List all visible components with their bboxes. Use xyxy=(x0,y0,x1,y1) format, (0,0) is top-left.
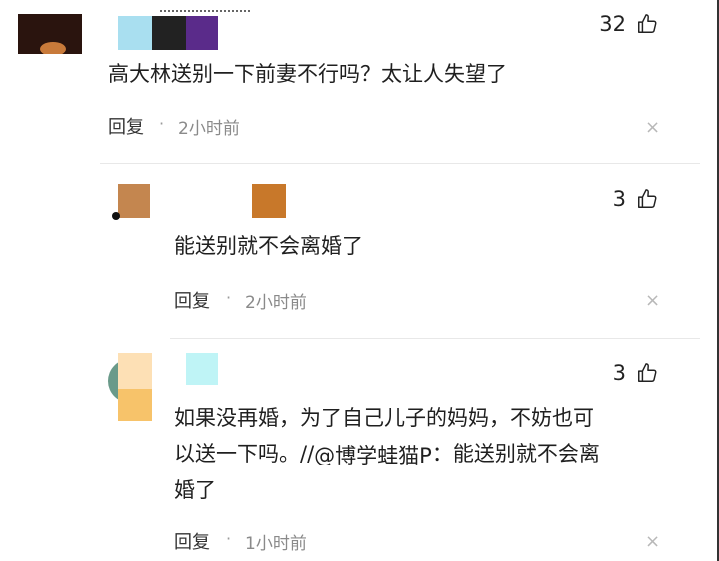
close-icon[interactable]: × xyxy=(645,117,660,138)
timestamp: 1小时前 xyxy=(245,534,307,554)
comment-text-line: 以送一下吗。//@博学蛙猫P：能送别就不会离 xyxy=(174,436,600,472)
like-count: 32 xyxy=(599,12,626,36)
timestamp: 2小时前 xyxy=(178,119,240,139)
username-badge[interactable] xyxy=(252,184,286,218)
comment-text-segment: 以送一下吗。// xyxy=(174,442,315,466)
avatar-overlay xyxy=(118,389,152,421)
username-badge[interactable] xyxy=(152,16,186,50)
reply-button[interactable]: 回复 xyxy=(174,528,210,554)
comment-1: 32 高大林送别一下前妻不行吗？太让人失望了 回复 · 2小时前 × xyxy=(0,0,719,150)
avatar[interactable] xyxy=(118,184,150,218)
avatar-corner xyxy=(112,212,120,220)
username-badge[interactable] xyxy=(118,16,152,50)
comment-text-line: 婚了 xyxy=(174,478,216,502)
timestamp: 2小时前 xyxy=(245,293,307,313)
like-count: 3 xyxy=(612,361,626,385)
close-icon[interactable]: × xyxy=(645,290,660,311)
username-fragment xyxy=(160,10,250,16)
thumbs-up-icon[interactable] xyxy=(636,13,658,35)
separator-dot: · xyxy=(226,288,232,307)
thumbs-up-icon[interactable] xyxy=(636,362,658,384)
separator-dot: · xyxy=(226,529,232,548)
close-icon[interactable]: × xyxy=(645,531,660,552)
comment-text-segment: ：能送别就不会离 xyxy=(431,442,600,466)
like-count: 3 xyxy=(612,187,626,211)
thumbs-up-icon[interactable] xyxy=(636,188,658,210)
separator-dot: · xyxy=(159,114,165,133)
reply-button[interactable]: 回复 xyxy=(108,113,144,139)
avatar[interactable] xyxy=(18,14,82,54)
mention-link[interactable]: @博学蛙猫P xyxy=(314,441,432,465)
avatar-overlay xyxy=(118,353,152,389)
divider xyxy=(100,163,700,164)
comment-3: 3 如果没再婚，为了自己儿子的妈妈，不妨也可 以送一下吗。//@博学蛙猫P：能送… xyxy=(0,345,719,561)
username-badge[interactable] xyxy=(186,353,218,385)
comment-2: 3 能送别就不会离婚了 回复 · 2小时前 × xyxy=(0,170,719,330)
comment-text: 高大林送别一下前妻不行吗？太让人失望了 xyxy=(108,62,507,86)
username-badge[interactable] xyxy=(186,16,218,50)
reply-button[interactable]: 回复 xyxy=(174,287,210,313)
comment-text-line: 如果没再婚，为了自己儿子的妈妈，不妨也可 xyxy=(174,406,594,430)
comment-text: 能送别就不会离婚了 xyxy=(174,234,363,258)
divider xyxy=(170,338,700,339)
